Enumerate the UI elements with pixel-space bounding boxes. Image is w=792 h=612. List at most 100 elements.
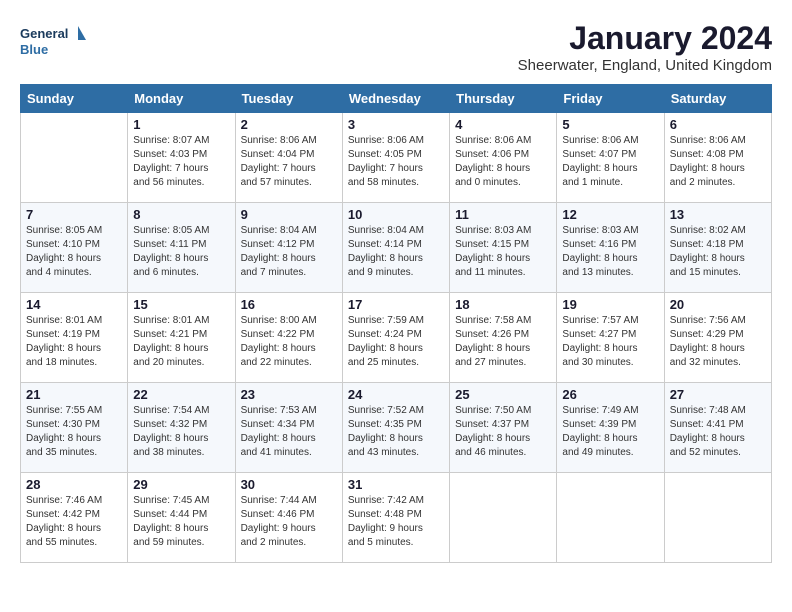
day-number: 4	[455, 117, 551, 132]
day-info: Sunrise: 7:57 AMSunset: 4:27 PMDaylight:…	[562, 314, 658, 370]
calendar-cell: 21Sunrise: 7:55 AMSunset: 4:30 PMDayligh…	[21, 383, 128, 473]
calendar-cell	[21, 113, 128, 203]
day-info: Sunrise: 7:48 AMSunset: 4:41 PMDaylight:…	[670, 404, 766, 460]
calendar-week-row: 28Sunrise: 7:46 AMSunset: 4:42 PMDayligh…	[21, 473, 772, 563]
calendar-cell: 31 Sunrise: 7:42 AMSunset: 4:48 PMDayligh…	[342, 473, 449, 563]
day-info: Sunrise: 7:46 AMSunset: 4:42 PMDaylight:…	[26, 494, 122, 550]
calendar-week-row: 1 Sunrise: 8:07 AMSunset: 4:03 PMDaylight…	[21, 113, 772, 203]
calendar-cell: 23 Sunrise: 7:53 AMSunset: 4:34 PMDayligh…	[235, 383, 342, 473]
day-number: 25	[455, 387, 551, 402]
location-subtitle: Sheerwater, England, United Kingdom	[518, 57, 772, 74]
calendar-week-row: 14 Sunrise: 8:01 AMSunset: 4:19 PMDayligh…	[21, 293, 772, 383]
day-info: Sunrise: 8:02 AMSunset: 4:18 PMDaylight:…	[670, 224, 766, 280]
calendar-cell: 22 Sunrise: 7:54 AMSunset: 4:32 PMDayligh…	[128, 383, 235, 473]
col-header-monday: Monday	[128, 85, 235, 113]
calendar-cell: 11 Sunrise: 8:03 AMSunset: 4:15 PMDayligh…	[450, 203, 557, 293]
calendar-cell: 27Sunrise: 7:48 AMSunset: 4:41 PMDayligh…	[664, 383, 771, 473]
day-info: Sunrise: 7:44 AMSunset: 4:46 PMDaylight:…	[241, 494, 337, 550]
day-info: Sunrise: 8:04 AMSunset: 4:14 PMDaylight:…	[348, 224, 444, 280]
col-header-sunday: Sunday	[21, 85, 128, 113]
calendar-cell: 8 Sunrise: 8:05 AMSunset: 4:11 PMDaylight…	[128, 203, 235, 293]
calendar-cell: 1 Sunrise: 8:07 AMSunset: 4:03 PMDaylight…	[128, 113, 235, 203]
calendar-cell: 26 Sunrise: 7:49 AMSunset: 4:39 PMDayligh…	[557, 383, 664, 473]
day-number: 8	[133, 207, 229, 222]
day-info: Sunrise: 7:53 AMSunset: 4:34 PMDaylight:…	[241, 404, 337, 460]
day-number: 7	[26, 207, 122, 222]
day-info: Sunrise: 8:01 AMSunset: 4:21 PMDaylight:…	[133, 314, 229, 370]
calendar-cell: 19 Sunrise: 7:57 AMSunset: 4:27 PMDayligh…	[557, 293, 664, 383]
day-number: 23	[241, 387, 337, 402]
day-info: Sunrise: 8:07 AMSunset: 4:03 PMDaylight:…	[133, 134, 229, 190]
day-number: 30	[241, 477, 337, 492]
col-header-thursday: Thursday	[450, 85, 557, 113]
calendar-cell: 30 Sunrise: 7:44 AMSunset: 4:46 PMDayligh…	[235, 473, 342, 563]
day-info: Sunrise: 7:59 AMSunset: 4:24 PMDaylight:…	[348, 314, 444, 370]
col-header-saturday: Saturday	[664, 85, 771, 113]
calendar-cell: 17 Sunrise: 7:59 AMSunset: 4:24 PMDayligh…	[342, 293, 449, 383]
calendar-cell: 16 Sunrise: 8:00 AMSunset: 4:22 PMDayligh…	[235, 293, 342, 383]
calendar-cell: 7 Sunrise: 8:05 AMSunset: 4:10 PMDaylight…	[21, 203, 128, 293]
day-number: 22	[133, 387, 229, 402]
calendar-cell: 3Sunrise: 8:06 AMSunset: 4:05 PMDaylight…	[342, 113, 449, 203]
logo-svg: General Blue	[20, 20, 90, 62]
day-info: Sunrise: 7:56 AMSunset: 4:29 PMDaylight:…	[670, 314, 766, 370]
day-info: Sunrise: 8:06 AMSunset: 4:04 PMDaylight:…	[241, 134, 337, 190]
calendar-cell	[557, 473, 664, 563]
day-number: 17	[348, 297, 444, 312]
day-number: 1	[133, 117, 229, 132]
day-number: 3	[348, 117, 444, 132]
day-number: 13	[670, 207, 766, 222]
day-info: Sunrise: 8:03 AMSunset: 4:15 PMDaylight:…	[455, 224, 551, 280]
day-number: 14	[26, 297, 122, 312]
calendar-cell: 13 Sunrise: 8:02 AMSunset: 4:18 PMDayligh…	[664, 203, 771, 293]
day-info: Sunrise: 7:49 AMSunset: 4:39 PMDaylight:…	[562, 404, 658, 460]
calendar-cell: 18 Sunrise: 7:58 AMSunset: 4:26 PMDayligh…	[450, 293, 557, 383]
title-block: January 2024 Sheerwater, England, United…	[518, 20, 772, 74]
day-info: Sunrise: 7:52 AMSunset: 4:35 PMDaylight:…	[348, 404, 444, 460]
day-number: 16	[241, 297, 337, 312]
day-info: Sunrise: 7:42 AMSunset: 4:48 PMDaylight:…	[348, 494, 444, 550]
day-info: Sunrise: 8:04 AMSunset: 4:12 PMDaylight:…	[241, 224, 337, 280]
day-number: 31	[348, 477, 444, 492]
calendar-cell	[664, 473, 771, 563]
day-number: 6	[670, 117, 766, 132]
day-info: Sunrise: 8:00 AMSunset: 4:22 PMDaylight:…	[241, 314, 337, 370]
calendar-cell: 15Sunrise: 8:01 AMSunset: 4:21 PMDayligh…	[128, 293, 235, 383]
logo: General Blue	[20, 20, 90, 62]
day-number: 18	[455, 297, 551, 312]
svg-text:General: General	[20, 26, 68, 41]
day-info: Sunrise: 8:05 AMSunset: 4:10 PMDaylight:…	[26, 224, 122, 280]
svg-text:Blue: Blue	[20, 42, 48, 57]
calendar-cell: 6 Sunrise: 8:06 AMSunset: 4:08 PMDaylight…	[664, 113, 771, 203]
month-title: January 2024	[518, 20, 772, 57]
calendar-cell: 9Sunrise: 8:04 AMSunset: 4:12 PMDaylight…	[235, 203, 342, 293]
day-number: 19	[562, 297, 658, 312]
calendar-cell: 28Sunrise: 7:46 AMSunset: 4:42 PMDayligh…	[21, 473, 128, 563]
day-number: 12	[562, 207, 658, 222]
day-info: Sunrise: 7:50 AMSunset: 4:37 PMDaylight:…	[455, 404, 551, 460]
day-info: Sunrise: 8:05 AMSunset: 4:11 PMDaylight:…	[133, 224, 229, 280]
day-info: Sunrise: 7:54 AMSunset: 4:32 PMDaylight:…	[133, 404, 229, 460]
calendar-cell: 14 Sunrise: 8:01 AMSunset: 4:19 PMDayligh…	[21, 293, 128, 383]
day-info: Sunrise: 8:06 AMSunset: 4:06 PMDaylight:…	[455, 134, 551, 190]
day-info: Sunrise: 8:01 AMSunset: 4:19 PMDaylight:…	[26, 314, 122, 370]
day-info: Sunrise: 8:03 AMSunset: 4:16 PMDaylight:…	[562, 224, 658, 280]
day-number: 29	[133, 477, 229, 492]
calendar-cell: 10 Sunrise: 8:04 AMSunset: 4:14 PMDayligh…	[342, 203, 449, 293]
day-info: Sunrise: 7:58 AMSunset: 4:26 PMDaylight:…	[455, 314, 551, 370]
day-number: 24	[348, 387, 444, 402]
day-info: Sunrise: 7:45 AMSunset: 4:44 PMDaylight:…	[133, 494, 229, 550]
calendar-cell: 2Sunrise: 8:06 AMSunset: 4:04 PMDaylight…	[235, 113, 342, 203]
calendar-cell: 29 Sunrise: 7:45 AMSunset: 4:44 PMDayligh…	[128, 473, 235, 563]
calendar-cell: 24 Sunrise: 7:52 AMSunset: 4:35 PMDayligh…	[342, 383, 449, 473]
day-number: 26	[562, 387, 658, 402]
day-number: 11	[455, 207, 551, 222]
calendar-cell: 20Sunrise: 7:56 AMSunset: 4:29 PMDayligh…	[664, 293, 771, 383]
calendar-table: SundayMondayTuesdayWednesdayThursdayFrid…	[20, 84, 772, 563]
col-header-friday: Friday	[557, 85, 664, 113]
page-header: General Blue January 2024 Sheerwater, En…	[20, 20, 772, 74]
day-info: Sunrise: 8:06 AMSunset: 4:08 PMDaylight:…	[670, 134, 766, 190]
day-number: 10	[348, 207, 444, 222]
calendar-week-row: 21Sunrise: 7:55 AMSunset: 4:30 PMDayligh…	[21, 383, 772, 473]
calendar-cell: 25 Sunrise: 7:50 AMSunset: 4:37 PMDayligh…	[450, 383, 557, 473]
